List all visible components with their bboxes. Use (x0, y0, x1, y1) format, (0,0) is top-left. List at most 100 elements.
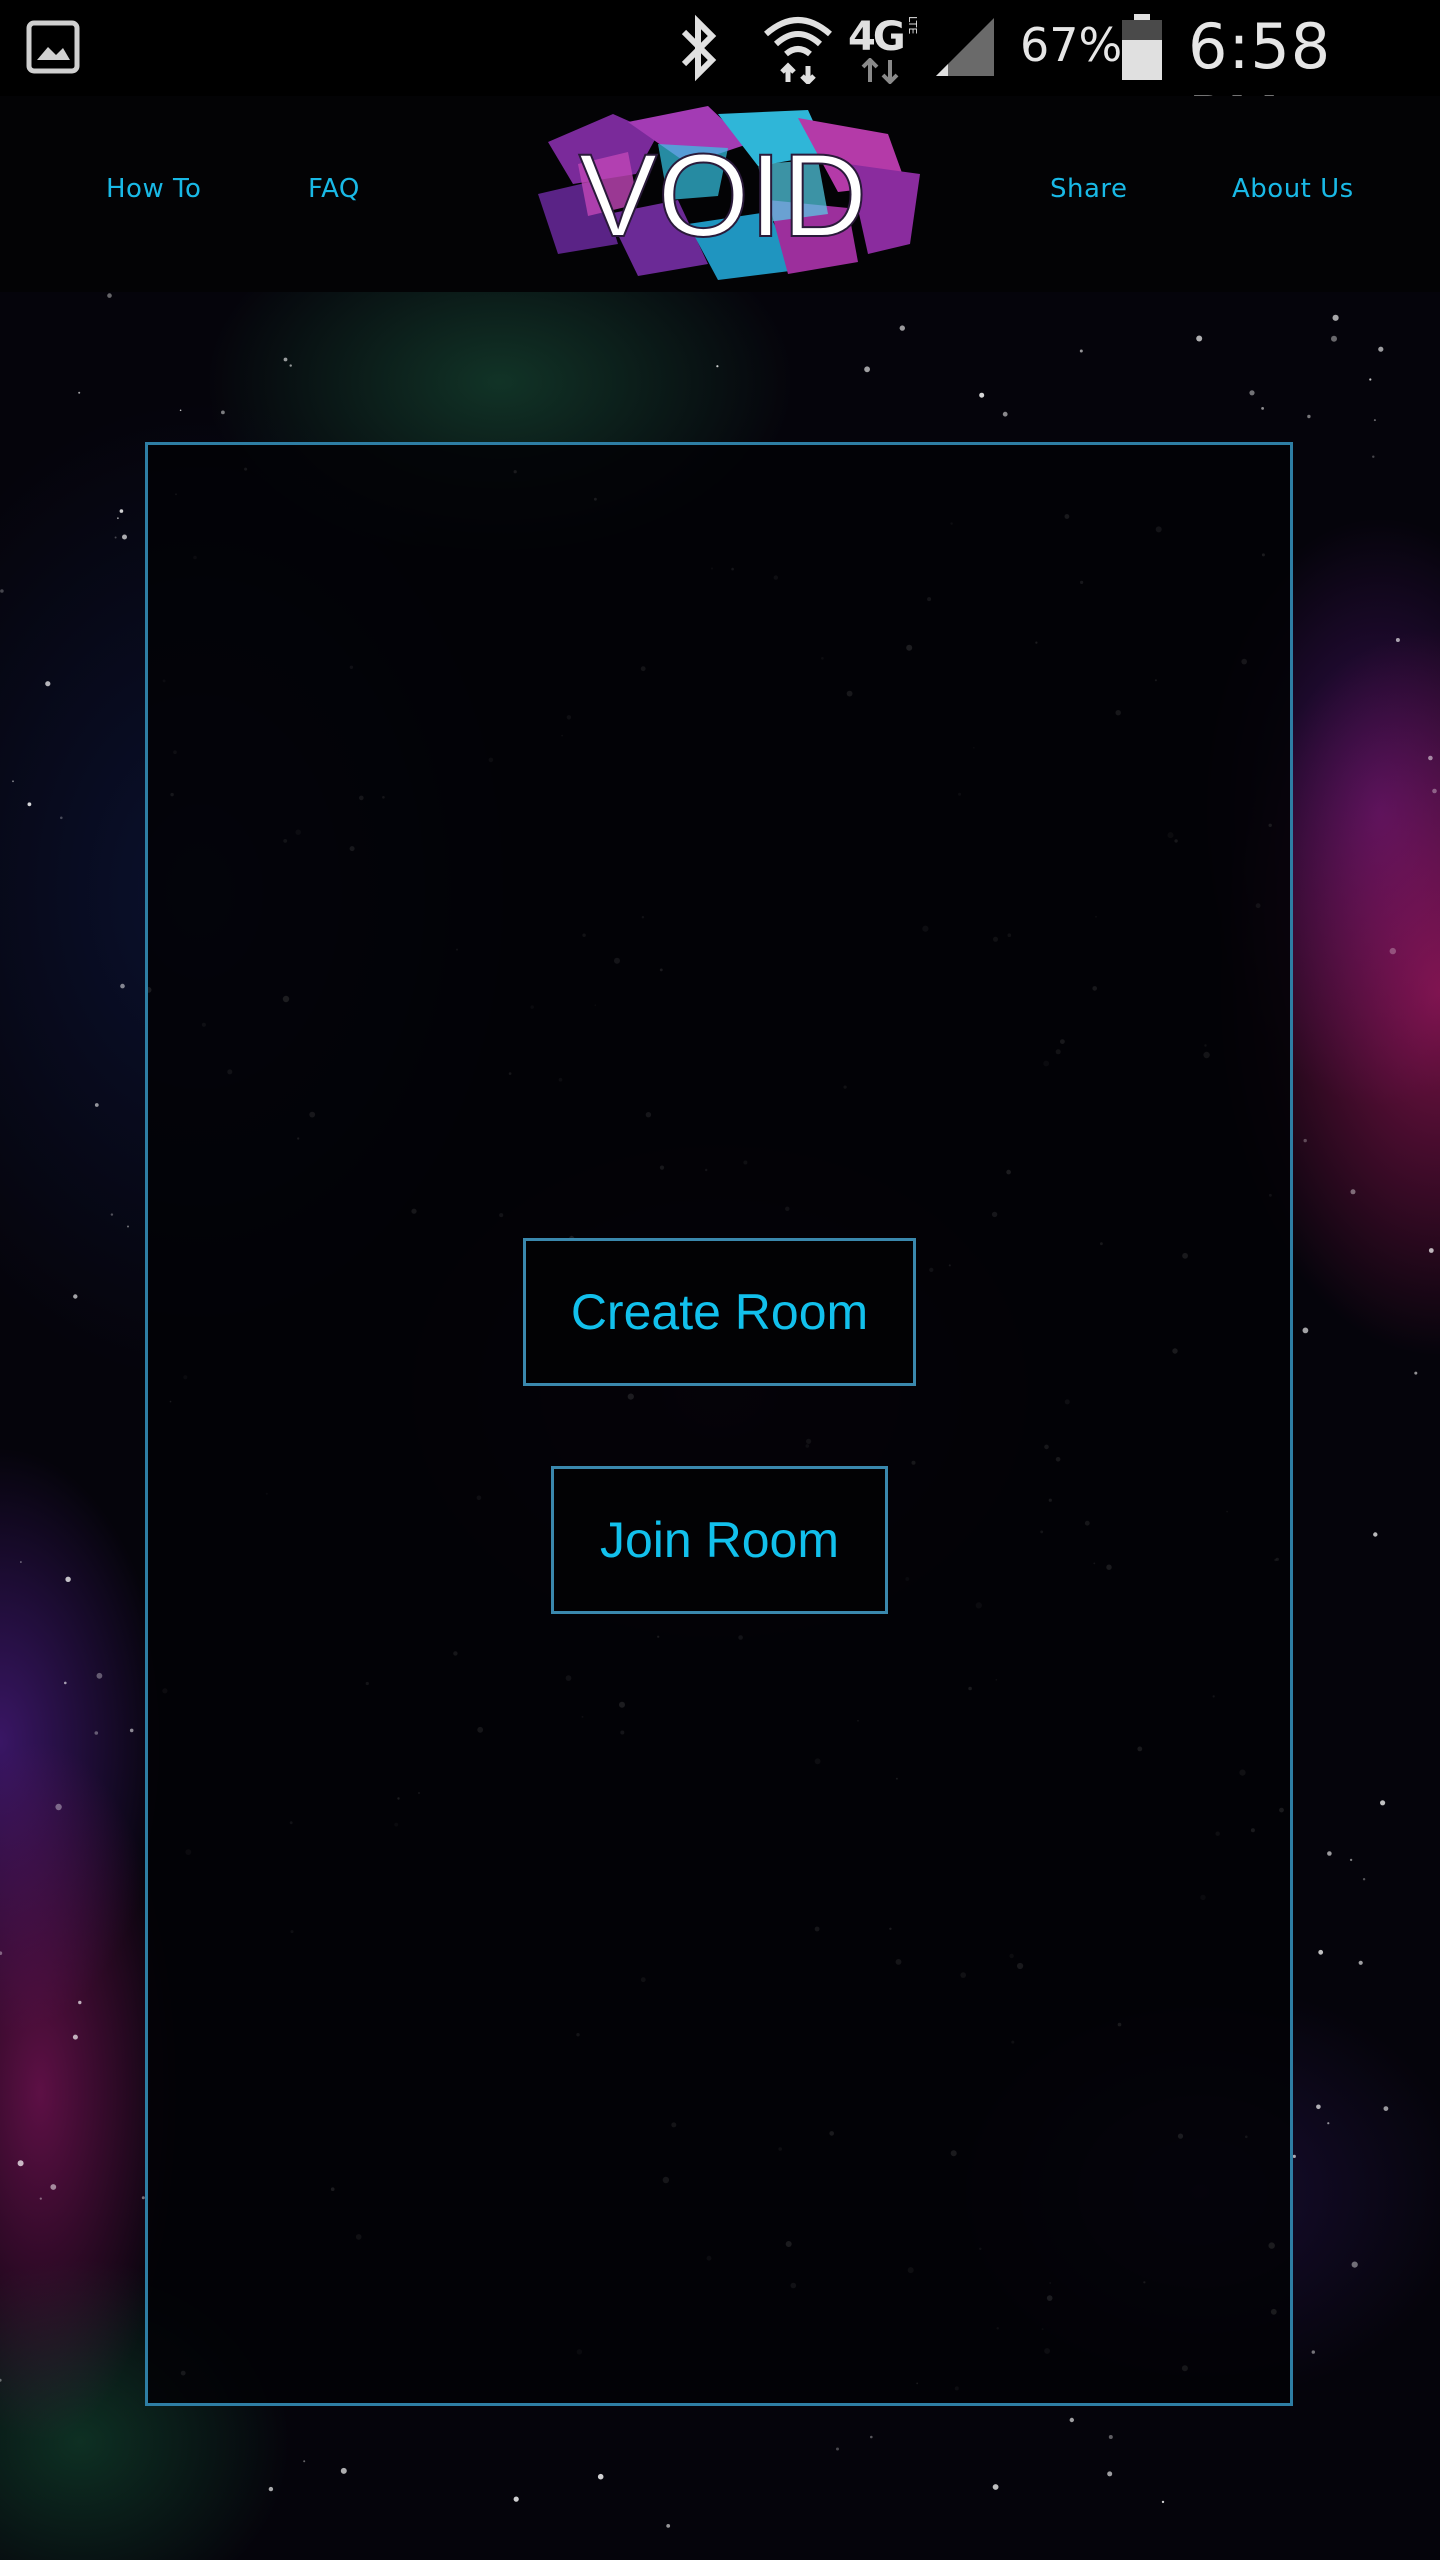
star (1373, 419, 1376, 422)
star (50, 2184, 57, 2190)
star (0, 2378, 2, 2382)
nav-link-faq[interactable]: FAQ (308, 174, 360, 204)
star (78, 2000, 82, 2005)
star (78, 391, 81, 394)
star (303, 2460, 306, 2463)
star (899, 325, 905, 331)
star (268, 2486, 274, 2492)
logo-text: VOID (579, 130, 868, 262)
star (1351, 2261, 1358, 2268)
star (114, 536, 117, 539)
star (1372, 455, 1375, 458)
star (94, 1731, 99, 1735)
star (716, 365, 719, 368)
star (1327, 1851, 1332, 1856)
star (96, 1672, 103, 1679)
nav-link-how-to[interactable]: How To (106, 174, 201, 204)
battery-percent: 67% (1020, 18, 1123, 72)
star (1069, 2417, 1075, 2423)
site-header: How To FAQ VOID Share About Us (0, 96, 1440, 292)
star (1107, 2471, 1113, 2477)
star (119, 509, 124, 513)
network-type-indicator: 4G LTE (848, 12, 920, 84)
star (289, 364, 292, 367)
star (1318, 1949, 1324, 1955)
star (992, 2484, 999, 2490)
star (0, 1951, 3, 1955)
star (1373, 1532, 1378, 1537)
star (1316, 2104, 1321, 2110)
main-panel (145, 442, 1293, 2406)
star (1378, 346, 1384, 352)
nav-link-about-us[interactable]: About Us (1232, 174, 1354, 204)
star (122, 534, 127, 540)
gallery-icon (26, 20, 80, 74)
star (597, 2473, 604, 2480)
star (1332, 314, 1339, 321)
star (110, 1213, 114, 1216)
status-bar: 4G LTE 67% 6:58 PM (0, 0, 1440, 156)
star (12, 780, 14, 783)
star (221, 410, 225, 415)
star (17, 2160, 24, 2167)
star (94, 1103, 99, 1107)
star (979, 392, 985, 398)
star (1307, 414, 1311, 419)
battery-icon (1122, 14, 1162, 80)
star (1389, 947, 1397, 955)
network-type-label: 4G (848, 14, 906, 60)
star (1331, 335, 1337, 342)
star (1302, 1327, 1309, 1334)
star (1358, 1960, 1363, 1965)
star (20, 1561, 22, 1563)
star (27, 802, 32, 807)
star (73, 1294, 78, 1299)
star (127, 1225, 129, 1228)
star (1261, 407, 1264, 410)
star (39, 2197, 42, 2200)
star (870, 2435, 873, 2439)
star (864, 366, 870, 373)
star (1079, 349, 1083, 353)
star (1432, 788, 1437, 794)
star (1002, 411, 1008, 417)
void-logo[interactable]: VOID (518, 104, 928, 282)
star (283, 357, 288, 362)
star (64, 1681, 67, 1685)
data-arrows-icon (861, 58, 899, 84)
star (45, 681, 51, 687)
star (1395, 638, 1400, 642)
star (1292, 2154, 1296, 2158)
star (1383, 2106, 1389, 2111)
bluetooth-icon (681, 14, 717, 82)
star (179, 409, 182, 412)
star (65, 1576, 71, 1583)
star (1327, 2122, 1330, 2125)
star (836, 2447, 839, 2451)
star (1350, 1189, 1356, 1195)
star (1369, 378, 1372, 381)
network-subtype-label: LTE (906, 16, 919, 35)
star (1108, 2435, 1113, 2439)
star (129, 1728, 134, 1733)
star (55, 1803, 62, 1811)
star (120, 983, 125, 989)
star (1196, 335, 1203, 342)
star (60, 816, 63, 820)
star (1349, 1858, 1353, 1862)
star (1380, 1800, 1386, 1806)
star (1303, 1138, 1307, 1143)
star (1311, 2350, 1316, 2354)
star (666, 2524, 671, 2528)
star (72, 2034, 78, 2040)
star (1428, 1248, 1434, 1253)
star (340, 2467, 347, 2474)
star (107, 293, 112, 298)
nav-link-share[interactable]: Share (1050, 174, 1128, 204)
signal-icon (936, 18, 994, 76)
star (1249, 390, 1255, 396)
star (117, 517, 119, 520)
join-room-button[interactable]: Join Room (551, 1466, 888, 1614)
star (1428, 755, 1433, 761)
create-room-button[interactable]: Create Room (523, 1238, 916, 1386)
